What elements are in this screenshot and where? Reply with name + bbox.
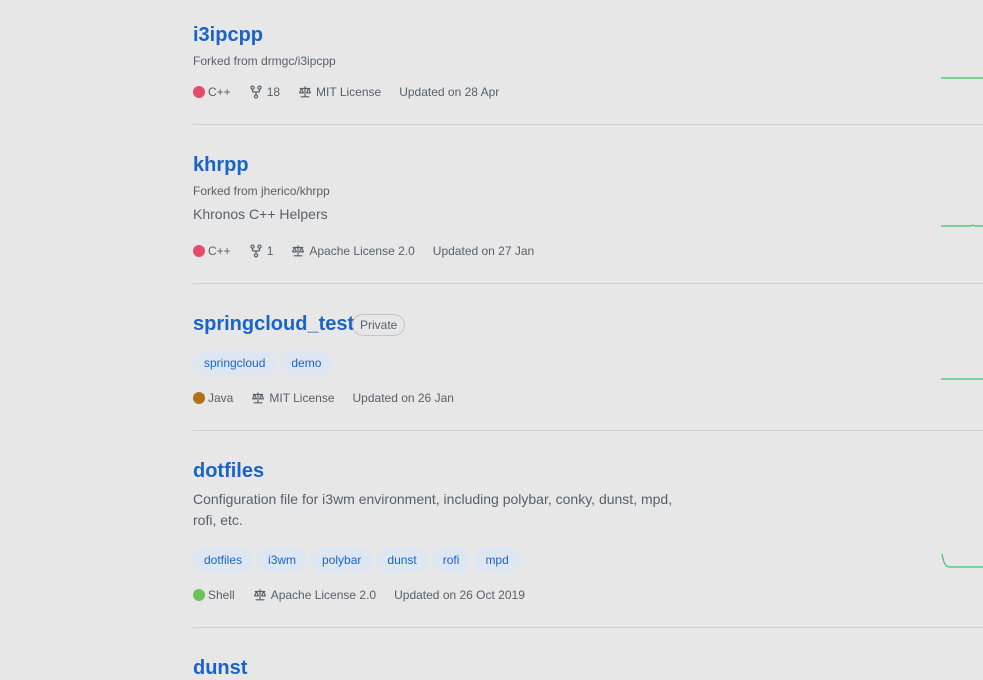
repo-meta: C++ 1 Apache License 2.0 Updated on 27 J…: [193, 243, 552, 259]
forked-from-text: Forked from jherico/khrpp: [193, 184, 330, 198]
repo-license: Apache License 2.0: [291, 244, 415, 258]
repo-name-link[interactable]: dotfiles: [193, 459, 264, 483]
topic-tag[interactable]: mpd: [474, 547, 520, 573]
repo-meta: Java MIT License Updated on 26 Jan: [193, 390, 472, 406]
license-label: Apache License 2.0: [309, 244, 415, 258]
language-label: C++: [208, 85, 231, 99]
repo-language: C++: [193, 85, 231, 99]
topic-tag[interactable]: springcloud: [193, 350, 277, 376]
updated-time: Updated on 26 Jan: [352, 391, 454, 405]
language-label: Shell: [208, 588, 235, 602]
language-color-dot: [193, 392, 205, 404]
forked-from-text: Forked from drmgc/i3ipcpp: [193, 54, 336, 68]
topic-tag[interactable]: dotfiles: [193, 547, 254, 573]
language-label: Java: [208, 391, 234, 405]
language-color-dot: [193, 589, 205, 601]
repo-divider: [193, 124, 983, 125]
forks-link[interactable]: 18: [249, 85, 280, 99]
forks-count: 1: [266, 244, 274, 258]
repo-divider: [193, 627, 983, 628]
repo-name-link[interactable]: dunst: [193, 656, 247, 680]
forks-count: 18: [266, 85, 281, 99]
repo-language: Shell: [193, 588, 235, 602]
activity-sparkline: [941, 553, 983, 568]
repo-meta: C++ 18 MIT License Updated on 28 Apr: [193, 84, 517, 100]
repo-forked-icon: [250, 244, 262, 258]
repo-language: Java: [193, 391, 233, 405]
license-label: MIT License: [316, 85, 382, 99]
repo-license: MIT License: [298, 85, 381, 99]
repo-description: Khronos C++ Helpers: [193, 206, 328, 222]
repo-divider: [193, 283, 983, 284]
topic-list: dotfiles i3wm polybar dunst rofi mpd: [193, 547, 520, 573]
repo-divider: [193, 430, 983, 431]
language-color-dot: [193, 86, 205, 98]
law-icon: [252, 392, 265, 404]
law-icon: [292, 245, 305, 257]
topic-list: springcloud demo: [193, 350, 333, 376]
law-icon: [253, 589, 266, 601]
license-label: MIT License: [269, 391, 335, 405]
repo-description: Configuration file for i3wm environment,…: [193, 491, 673, 528]
language-label: C++: [208, 244, 231, 258]
repo-name-link[interactable]: khrpp: [193, 153, 249, 177]
activity-sparkline: [941, 224, 983, 227]
topic-tag[interactable]: dunst: [376, 547, 428, 573]
updated-time: Updated on 28 Apr: [399, 85, 500, 99]
activity-sparkline: [941, 378, 983, 380]
language-color-dot: [193, 245, 205, 257]
repo-name-link[interactable]: springcloud_test: [193, 312, 354, 336]
topic-tag[interactable]: demo: [280, 350, 333, 376]
activity-sparkline: [941, 77, 983, 79]
repo-name-link[interactable]: i3ipcpp: [193, 23, 263, 47]
repo-license: MIT License: [251, 391, 335, 405]
repo-language: C++: [193, 244, 231, 258]
repo-license: Apache License 2.0: [253, 588, 376, 602]
license-label: Apache License 2.0: [270, 588, 377, 602]
topic-tag[interactable]: polybar: [311, 547, 373, 573]
forks-link[interactable]: 1: [249, 244, 274, 258]
topic-tag[interactable]: i3wm: [257, 547, 308, 573]
law-icon: [299, 86, 312, 98]
topic-tag[interactable]: rofi: [431, 547, 471, 573]
repo-forked-icon: [250, 85, 262, 99]
updated-time: Updated on 27 Jan: [432, 244, 535, 258]
visibility-badge: Private: [352, 314, 406, 336]
updated-time: Updated on 26 Oct 2019: [394, 588, 525, 602]
repository-list: i3ipcpp Forked from drmgc/i3ipcpp C++ 18…: [193, 0, 983, 680]
repo-meta: Shell Apache License 2.0 Updated on 26 O…: [193, 587, 543, 603]
